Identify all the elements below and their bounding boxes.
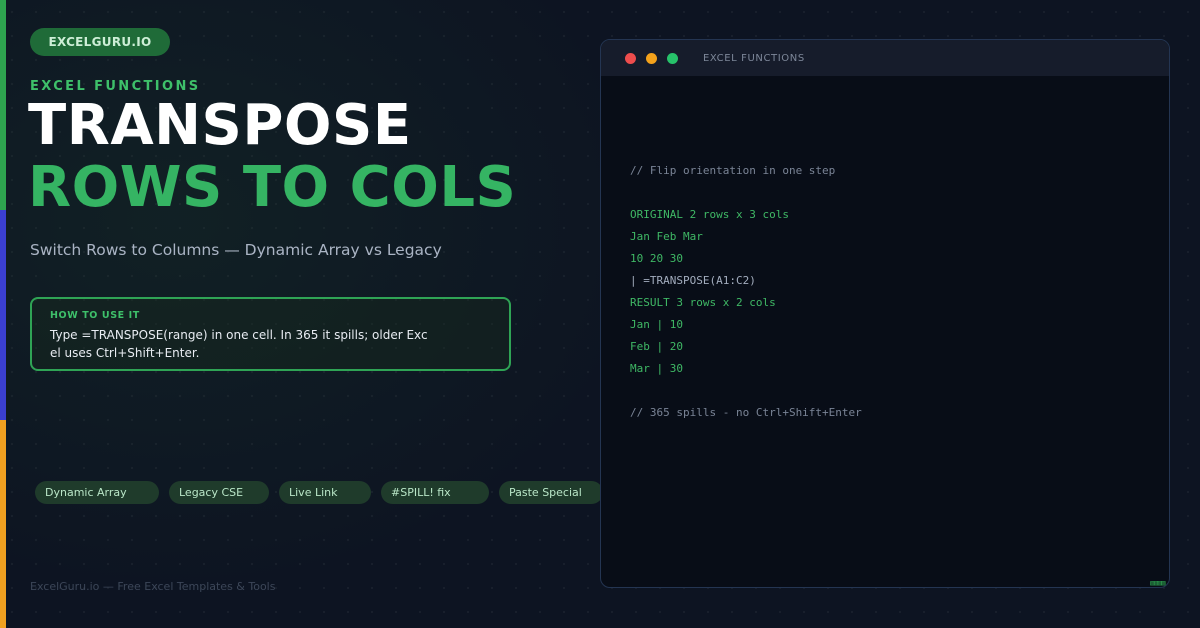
code-line: | =TRANSPOSE(A1:C2) bbox=[630, 274, 756, 287]
code-line: RESULT 3 rows x 2 cols bbox=[630, 296, 776, 309]
tag-spill-fix[interactable]: #SPILL! fix bbox=[381, 481, 489, 504]
window-corner-badge: ▧▧▧▧ bbox=[1150, 579, 1165, 587]
eyebrow-label: EXCEL FUNCTIONS bbox=[30, 79, 201, 94]
close-window-dot[interactable] bbox=[625, 52, 636, 64]
page-subtitle: Switch Rows to Columns — Dynamic Array v… bbox=[30, 241, 442, 259]
code-line: 10 20 30 bbox=[630, 252, 683, 265]
window-title: EXCEL FUNCTIONS bbox=[703, 52, 805, 64]
maximize-window-dot[interactable] bbox=[667, 52, 678, 64]
accent-bar-green bbox=[0, 0, 6, 210]
how-to-use-text: Type =TRANSPOSE(range) in one cell. In 3… bbox=[50, 328, 428, 360]
how-to-use-label: HOW TO USE IT bbox=[50, 310, 140, 321]
page-title-line-1: TRANSPOSE bbox=[28, 93, 412, 158]
page-title-line-2: ROWS TO COLS bbox=[28, 155, 517, 220]
tag-dynamic-array[interactable]: Dynamic Array bbox=[35, 481, 159, 504]
accent-bar-orange bbox=[0, 420, 6, 628]
code-line: ORIGINAL 2 rows x 3 cols bbox=[630, 208, 789, 221]
tag-legacy-cse[interactable]: Legacy CSE bbox=[169, 481, 269, 504]
how-to-use-card: HOW TO USE IT Type =TRANSPOSE(range) in … bbox=[30, 297, 511, 371]
accent-bar-blue bbox=[0, 210, 6, 420]
code-line: Feb | 20 bbox=[630, 340, 683, 353]
code-line: Jan | 10 bbox=[630, 318, 683, 331]
code-line: Jan Feb Mar bbox=[630, 230, 703, 243]
tag-paste-special[interactable]: Paste Special bbox=[499, 481, 603, 504]
code-line: // 365 spills - no Ctrl+Shift+Enter bbox=[630, 406, 862, 419]
code-line: // Flip orientation in one step bbox=[630, 164, 836, 177]
footer-text: ExcelGuru.io — Free Excel Templates & To… bbox=[30, 580, 276, 593]
window-titlebar: EXCEL FUNCTIONS bbox=[601, 40, 1169, 76]
minimize-window-dot[interactable] bbox=[646, 52, 657, 64]
brand-badge[interactable]: EXCELGURU.IO bbox=[30, 28, 170, 56]
code-line: Mar | 30 bbox=[630, 362, 683, 375]
code-window: EXCEL FUNCTIONS // Flip orientation in o… bbox=[600, 39, 1170, 588]
code-block: // Flip orientation in one step ORIGINAL… bbox=[630, 160, 862, 424]
tag-live-link[interactable]: Live Link bbox=[279, 481, 371, 504]
